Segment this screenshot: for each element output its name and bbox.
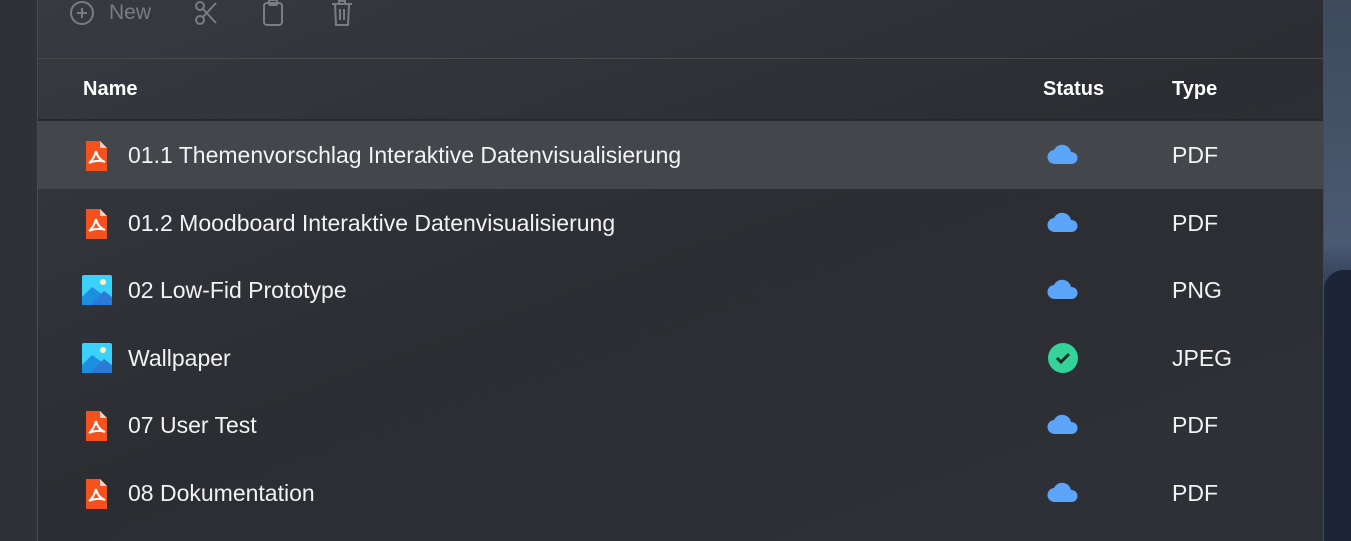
cloud-status-icon (1047, 413, 1079, 441)
file-type: PDF (1172, 209, 1218, 236)
new-label: New (109, 1, 152, 24)
pdf-file-icon (83, 208, 109, 239)
file-list: 01.1 Themenvorschlag Interaktive Datenvi… (38, 121, 1323, 526)
file-name: 01.1 Themenvorschlag Interaktive Datenvi… (128, 142, 682, 168)
file-type: PDF (1172, 479, 1218, 506)
file-name: 07 User Test (128, 412, 257, 438)
file-name: 08 Dokumentation (128, 479, 315, 506)
plus-circle-icon (70, 1, 94, 25)
new-button[interactable]: New (69, 0, 151, 26)
file-browser: New Name Status Type 01.1 Themenvorschla… (37, 0, 1324, 541)
cloud-status-icon (1047, 211, 1079, 239)
pdf-file-icon (83, 141, 109, 171)
file-type: JPEG (1172, 344, 1233, 371)
synced-check-icon (1048, 342, 1078, 379)
table-header: Name Status Type (38, 59, 1323, 121)
delete-button[interactable] (331, 0, 353, 26)
file-name: Wallpaper (128, 344, 231, 371)
file-type: PNG (1172, 277, 1222, 303)
pdf-file-icon (83, 411, 109, 441)
table-row[interactable]: Wallpaper JPEG (38, 324, 1323, 392)
table-row[interactable]: 01.1 Themenvorschlag Interaktive Datenvi… (38, 121, 1323, 189)
desktop-wallpaper (1324, 0, 1351, 541)
file-name: 02 Low-Fid Prototype (128, 277, 347, 303)
file-type: PDF (1172, 142, 1218, 168)
cloud-status-icon (1047, 278, 1079, 306)
table-row[interactable]: 08 Dokumentation PDF (38, 459, 1323, 527)
cloud-status-icon (1047, 481, 1079, 509)
file-type: PDF (1172, 412, 1218, 438)
cut-button[interactable] (194, 0, 218, 26)
table-row[interactable]: 02 Low-Fid Prototype PNG (38, 256, 1323, 324)
toolbar: New (38, 0, 1323, 59)
image-file-icon (82, 342, 112, 373)
trash-icon (332, 0, 352, 26)
clipboard-icon (263, 0, 283, 26)
column-type[interactable]: Type (1172, 78, 1217, 101)
scissors-icon (195, 1, 217, 25)
table-row[interactable]: 07 User Test PDF (38, 391, 1323, 459)
image-file-icon (82, 275, 112, 305)
pdf-file-icon (83, 478, 109, 509)
column-status[interactable]: Status (1043, 78, 1104, 101)
cloud-status-icon (1047, 143, 1079, 171)
file-name: 01.2 Moodboard Interaktive Datenvisualis… (128, 209, 616, 236)
paste-button[interactable] (262, 0, 284, 26)
column-name[interactable]: Name (83, 78, 137, 101)
table-row[interactable]: 01.2 Moodboard Interaktive Datenvisualis… (38, 189, 1323, 257)
